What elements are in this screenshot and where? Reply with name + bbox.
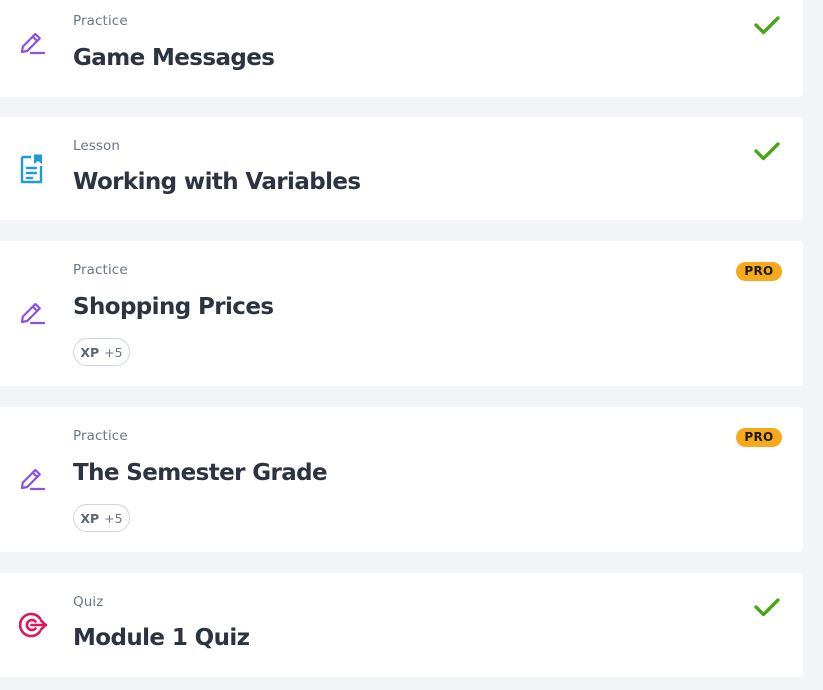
pencil-icon [16,297,48,329]
xp-label: XP [80,510,100,526]
item-type-label: Lesson [73,138,121,154]
xp-value: +5 [104,344,123,360]
xp-value: +5 [104,510,123,526]
item-title: Working with Variables [73,169,361,195]
item-title: Game Messages [73,45,275,71]
target-icon [16,609,48,641]
list-item[interactable]: Practice Shopping Prices PRO XP +5 [0,241,803,386]
item-type-label: Quiz [73,594,104,610]
item-title: The Semester Grade [73,460,328,486]
list-item[interactable]: Quiz Module 1 Quiz [0,573,803,677]
item-title: Shopping Prices [73,294,274,320]
checkmark-icon [753,11,781,39]
list-item[interactable]: Practice The Semester Grade PRO XP +5 [0,407,803,552]
pro-badge: PRO [736,262,782,281]
item-type-label: Practice [73,262,128,278]
list-item[interactable]: Practice Game Messages [0,0,803,97]
item-title: Module 1 Quiz [73,625,250,651]
pencil-icon [16,463,48,495]
list-item[interactable]: Lesson Working with Variables [0,117,803,220]
checkmark-icon [753,593,781,621]
lesson-list: Practice Game Messages Lesson Working wi… [0,0,823,690]
xp-reward-badge: XP +5 [73,338,130,366]
item-type-label: Practice [73,13,128,29]
pencil-icon [16,27,48,59]
pro-badge: PRO [736,428,782,447]
lesson-document-icon [16,153,48,185]
item-type-label: Practice [73,428,128,444]
xp-label: XP [80,344,100,360]
xp-reward-badge: XP +5 [73,504,130,532]
checkmark-icon [753,137,781,165]
